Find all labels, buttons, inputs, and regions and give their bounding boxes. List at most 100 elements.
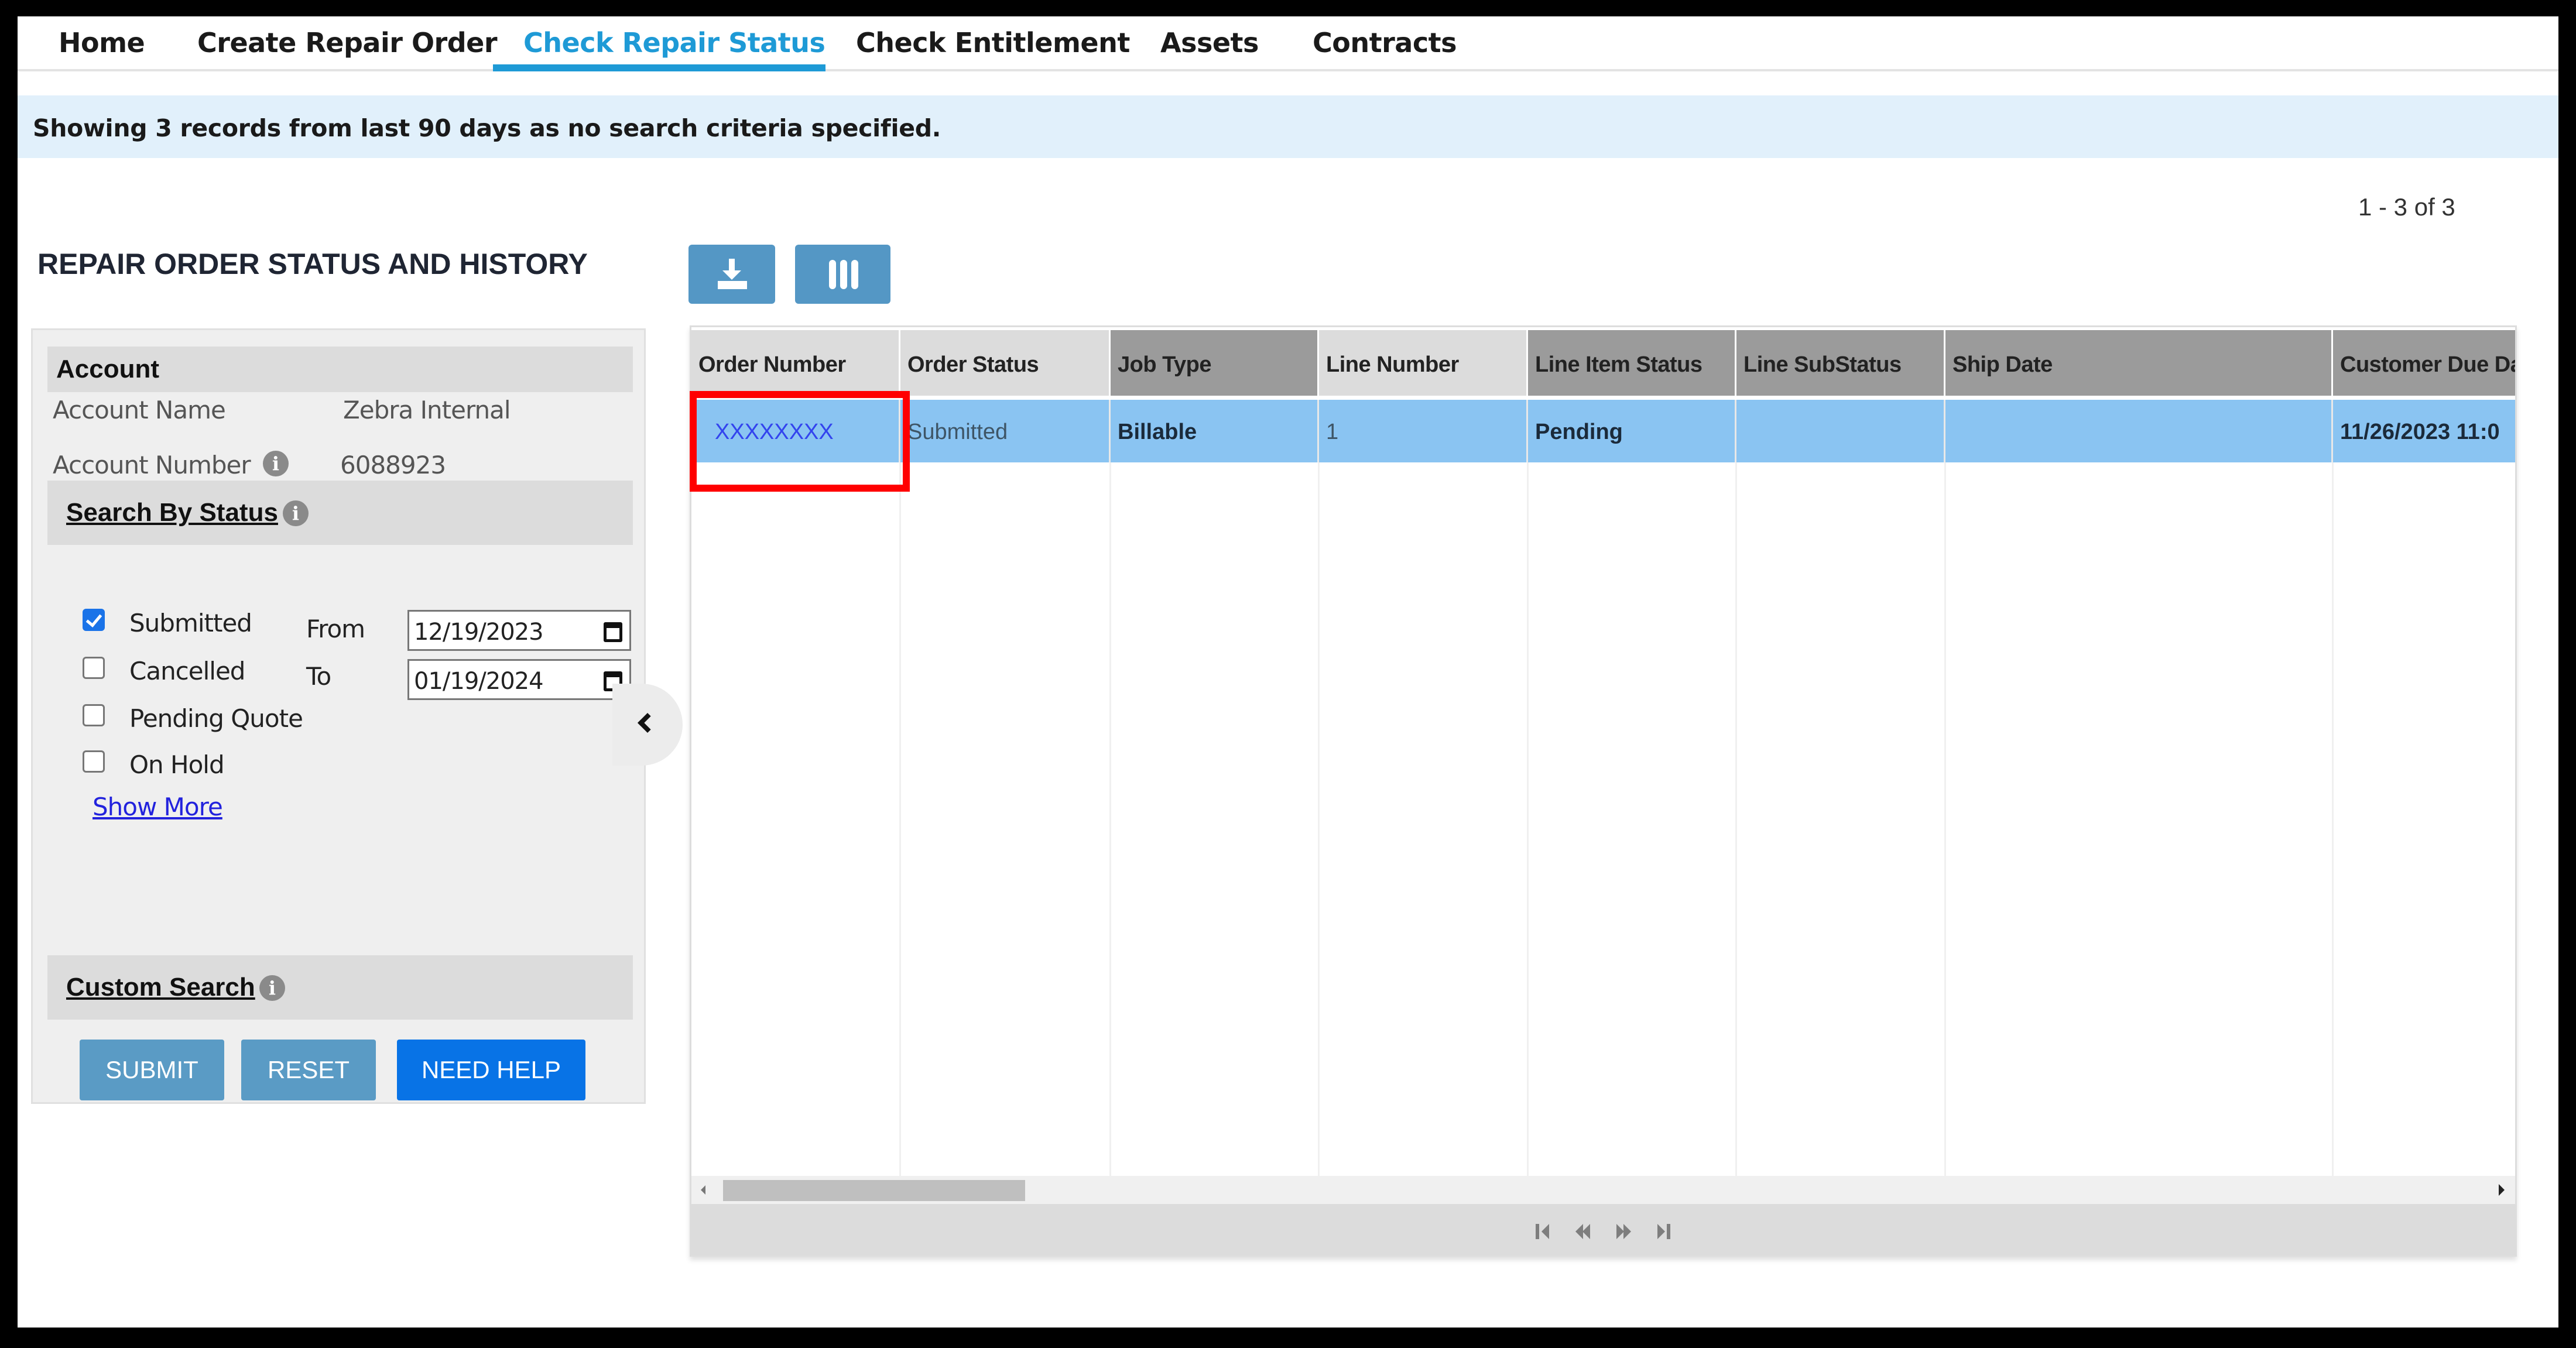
grid-header-row: Order Number Order Status Job Type Line … <box>691 330 2515 396</box>
column-divider <box>899 462 901 1196</box>
search-panel: Account Account Name Zebra Internal Acco… <box>31 328 646 1104</box>
custom-search-info-icon[interactable]: i <box>259 975 285 1001</box>
column-divider <box>1527 462 1529 1196</box>
nav-create-repair-order[interactable]: Create Repair Order <box>197 27 498 59</box>
column-header-customer-due-date[interactable]: Customer Due Da <box>2333 330 2517 396</box>
reset-button[interactable]: RESET <box>241 1040 376 1100</box>
status-pending-quote-checkbox[interactable] <box>83 704 105 726</box>
grid-pager <box>691 1204 2515 1255</box>
status-submitted-checkbox[interactable] <box>83 609 105 631</box>
need-help-button[interactable]: NEED HELP <box>397 1040 585 1100</box>
chevron-left-icon <box>638 713 657 733</box>
status-cancelled-checkbox[interactable] <box>83 657 105 679</box>
to-date-value: 01/19/2024 <box>414 668 544 695</box>
account-name-value: Zebra Internal <box>343 396 511 424</box>
from-date-label: From <box>306 615 365 643</box>
from-date-input[interactable]: 12/19/2023 <box>407 610 631 651</box>
account-name-label: Account Name <box>53 396 226 424</box>
scrollbar-thumb[interactable] <box>723 1180 1025 1201</box>
top-nav: Home Create Repair Order Check Repair St… <box>18 16 2558 71</box>
first-page-button[interactable] <box>1536 1224 1552 1239</box>
previous-page-button[interactable] <box>1575 1224 1592 1239</box>
table-row[interactable]: XXXXXXXX Submitted Billable 1 Pending 11… <box>691 400 2515 462</box>
nav-home[interactable]: Home <box>59 27 145 59</box>
account-section-title: Account <box>56 355 159 383</box>
record-count: 1 - 3 of 3 <box>2358 193 2455 221</box>
cell-line-item-status: Pending <box>1528 400 1736 462</box>
status-submitted-label: Submitted <box>129 609 252 637</box>
account-number-label: Account Number <box>53 451 251 479</box>
collapse-panel-button[interactable] <box>612 684 683 766</box>
nav-contracts[interactable]: Contracts <box>1313 27 1457 59</box>
nav-check-entitlement[interactable]: Check Entitlement <box>856 27 1130 59</box>
status-on-hold-checkbox[interactable] <box>83 750 105 773</box>
banner-message: Showing 3 records from last 90 days as n… <box>33 114 941 142</box>
to-date-input[interactable]: 01/19/2024 <box>407 659 631 700</box>
info-banner: Showing 3 records from last 90 days as n… <box>18 95 2558 158</box>
column-divider <box>1944 462 1946 1196</box>
status-cancelled-label: Cancelled <box>129 657 245 685</box>
page-title: REPAIR ORDER STATUS AND HISTORY <box>37 248 588 280</box>
search-by-status-info-icon[interactable]: i <box>283 500 309 526</box>
download-button[interactable] <box>688 245 775 304</box>
active-tab-indicator <box>493 64 825 71</box>
cell-order-number[interactable]: XXXXXXXX <box>691 400 900 462</box>
column-header-line-substatus[interactable]: Line SubStatus <box>1736 330 1945 396</box>
cell-customer-due-date: 11/26/2023 11:0 <box>2333 400 2515 462</box>
status-pending-quote-label: Pending Quote <box>129 704 303 733</box>
column-divider <box>1109 462 1111 1196</box>
order-number-link[interactable]: XXXXXXXX <box>715 420 834 445</box>
job-type-value: Billable <box>1118 420 1197 444</box>
last-page-button[interactable] <box>1657 1224 1674 1239</box>
customer-due-date-value: 11/26/2023 11:0 <box>2340 420 2500 444</box>
download-tray-icon <box>718 281 747 289</box>
column-header-order-status[interactable]: Order Status <box>900 330 1111 396</box>
cell-ship-date <box>1945 400 2333 462</box>
column-divider <box>2332 462 2334 1196</box>
order-status-value: Submitted <box>907 420 1008 444</box>
column-header-ship-date[interactable]: Ship Date <box>1945 330 2333 396</box>
column-divider <box>1318 462 1320 1196</box>
column-header-order-number[interactable]: Order Number <box>691 330 900 396</box>
calendar-icon[interactable] <box>604 622 622 642</box>
cell-line-substatus <box>1736 400 1945 462</box>
line-item-status-value: Pending <box>1535 420 1623 444</box>
custom-search-title[interactable]: Custom Search <box>66 973 255 1002</box>
column-header-label: Line SubStatus <box>1743 352 1902 377</box>
columns-icon <box>829 260 858 289</box>
nav-check-repair-status[interactable]: Check Repair Status <box>523 27 825 59</box>
column-header-label: Customer Due Da <box>2340 352 2517 377</box>
nav-assets[interactable]: Assets <box>1160 27 1259 59</box>
column-divider <box>1735 462 1737 1196</box>
cell-line-number: 1 <box>1319 400 1528 462</box>
download-icon <box>722 259 741 282</box>
column-header-label: Order Status <box>907 352 1039 377</box>
account-number-info-icon[interactable]: i <box>263 451 289 476</box>
app-window: Home Create Repair Order Check Repair St… <box>18 16 2558 1328</box>
show-more-link[interactable]: Show More <box>93 793 223 821</box>
column-header-line-item-status[interactable]: Line Item Status <box>1528 330 1736 396</box>
search-by-status-title[interactable]: Search By Status <box>66 498 278 527</box>
account-section-header: Account <box>47 347 633 392</box>
repair-orders-grid: Order Number Order Status Job Type Line … <box>690 325 2517 1257</box>
submit-button[interactable]: SUBMIT <box>80 1040 224 1100</box>
cell-job-type: Billable <box>1111 400 1319 462</box>
column-header-line-number[interactable]: Line Number <box>1319 330 1528 396</box>
column-header-label: Order Number <box>698 352 846 377</box>
to-date-label: To <box>306 662 331 691</box>
column-header-label: Line Item Status <box>1535 352 1703 377</box>
scroll-right-icon[interactable] <box>2499 1184 2505 1196</box>
column-header-job-type[interactable]: Job Type <box>1111 330 1319 396</box>
next-page-button[interactable] <box>1616 1224 1633 1239</box>
columns-button[interactable] <box>795 245 890 304</box>
scroll-left-icon[interactable] <box>701 1185 705 1195</box>
line-number-value: 1 <box>1326 420 1339 444</box>
search-by-status-header: Search By Status i <box>47 481 633 545</box>
cell-order-status: Submitted <box>900 400 1111 462</box>
column-header-label: Job Type <box>1118 352 1212 377</box>
horizontal-scrollbar[interactable] <box>691 1176 2515 1204</box>
from-date-value: 12/19/2023 <box>414 619 544 646</box>
column-header-label: Line Number <box>1326 352 1459 377</box>
status-on-hold-label: On Hold <box>129 750 225 779</box>
custom-search-header: Custom Search i <box>47 955 633 1020</box>
